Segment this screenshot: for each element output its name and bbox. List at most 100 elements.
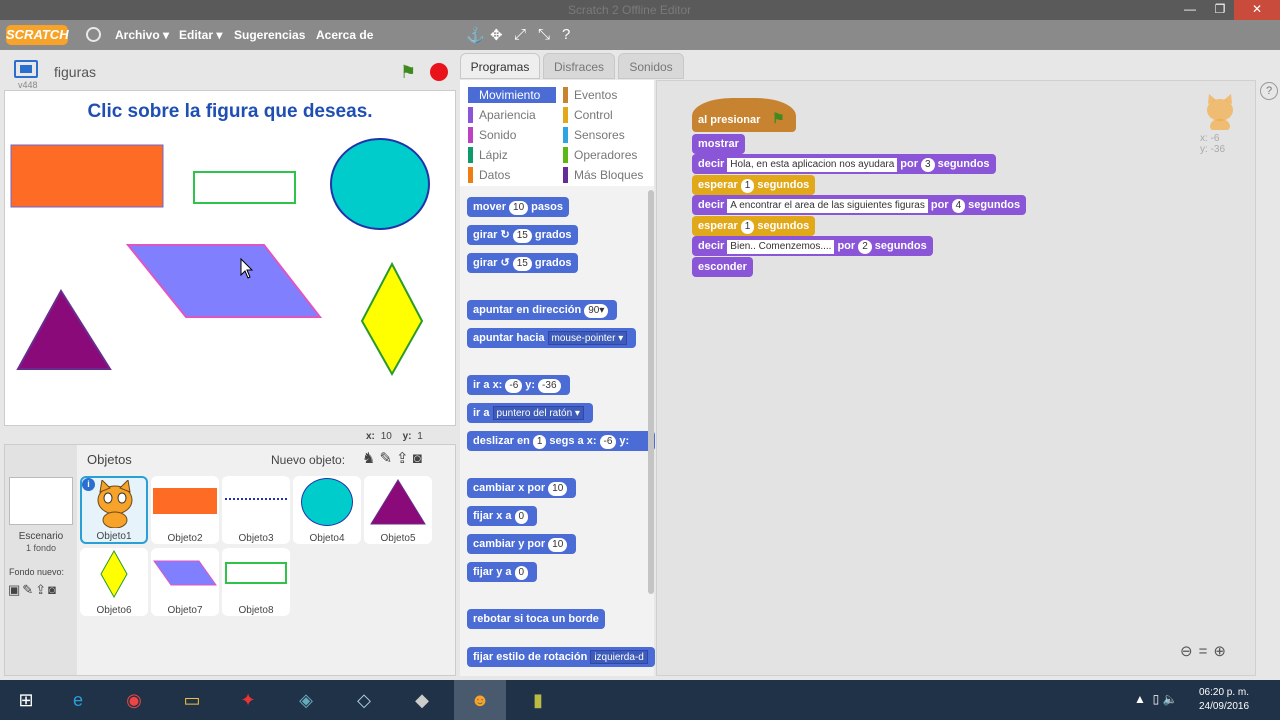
sprite-upload-icon[interactable]: ⇪ xyxy=(396,450,413,467)
fullscreen-icon[interactable] xyxy=(14,60,38,78)
block-fijar-y[interactable]: fijar y a0 xyxy=(467,562,538,582)
sprite-name: Objeto4 xyxy=(309,533,345,544)
sprite-tile-objeto5[interactable]: Objeto5 xyxy=(364,476,432,544)
menu-sugerencias[interactable]: Sugerencias xyxy=(234,28,305,42)
app-icon-7[interactable]: ◆ xyxy=(396,680,448,720)
help-tool-icon[interactable]: ? xyxy=(562,26,570,43)
orange-rectangle-shape[interactable] xyxy=(10,144,164,208)
sprite-tile-objeto7[interactable]: Objeto7 xyxy=(151,548,219,616)
category-sensores[interactable]: Sensores xyxy=(563,127,651,143)
file-explorer-icon[interactable]: ▭ xyxy=(166,680,218,720)
app-icon-9[interactable]: ▮ xyxy=(512,680,564,720)
block-esperar-2[interactable]: esperar 1 segundos xyxy=(692,216,816,236)
duplicate-tool-icon[interactable]: ⚓ xyxy=(466,26,485,44)
block-ir-a-xy[interactable]: ir a x: -6 y: -36 xyxy=(467,375,570,395)
stage[interactable]: Clic sobre la figura que deseas. xyxy=(4,90,456,426)
sprite-tile-objeto8[interactable]: Objeto8 xyxy=(222,548,290,616)
sprites-pane: Escenario 1 fondo Fondo nuevo: ▣✎⇪◙ Obje… xyxy=(4,444,456,676)
category-operadores[interactable]: Operadores xyxy=(563,147,651,163)
sprite-camera-icon[interactable]: ◙ xyxy=(413,450,426,467)
block-ir-a[interactable]: ir a puntero del ratón ▾ xyxy=(467,403,593,423)
clock[interactable]: 06:20 p. m. 24/09/2016 xyxy=(1196,686,1252,714)
menu-acerca-de[interactable]: Acerca de xyxy=(316,28,373,42)
block-cambiar-y[interactable]: cambiar y por 10 xyxy=(467,534,577,554)
cyan-circle-shape[interactable] xyxy=(330,138,430,230)
chrome-icon[interactable]: ◉ xyxy=(108,680,160,720)
menu-archivo[interactable]: Archivo ▾ xyxy=(115,28,169,42)
scratch-logo[interactable]: SCRATCH xyxy=(6,25,69,45)
block-deslizar[interactable]: deslizar en 1 segs a x: -6 y: xyxy=(467,431,655,451)
minimize-button[interactable]: — xyxy=(1176,0,1204,20)
block-decir-1[interactable]: decir Hola, en esta aplicacion nos ayudar… xyxy=(692,154,996,174)
tab-sonidos[interactable]: Sonidos xyxy=(618,53,684,79)
backdrop-library-icon[interactable]: ▣ xyxy=(8,582,22,597)
category-lapiz[interactable]: Lápiz xyxy=(468,147,556,163)
language-globe-icon[interactable] xyxy=(86,27,101,42)
stop-icon[interactable] xyxy=(430,63,448,81)
project-name[interactable]: figuras xyxy=(54,64,96,80)
green-outline-rectangle-shape[interactable] xyxy=(193,171,296,204)
purple-parallelogram-shape[interactable] xyxy=(125,244,323,318)
category-sonido[interactable]: Sonido xyxy=(468,127,556,143)
scratch-taskbar-icon[interactable]: ☻ xyxy=(454,680,506,720)
tab-programas[interactable]: Programas xyxy=(460,53,540,79)
mouse-y-label: y: xyxy=(402,431,412,442)
zoom-out-icon[interactable]: ⊖ xyxy=(1180,643,1199,660)
category-mas-bloques[interactable]: Más Bloques xyxy=(563,167,651,183)
palette-scrollbar[interactable] xyxy=(648,190,654,594)
sprite-tile-objeto4[interactable]: Objeto4 xyxy=(293,476,361,544)
tray-expand-icon[interactable]: ▲ xyxy=(1134,692,1146,706)
volume-icon[interactable]: 🔈 xyxy=(1163,692,1178,706)
delete-tool-icon[interactable]: ✥ xyxy=(490,26,503,44)
stage-thumbnail[interactable] xyxy=(9,477,73,525)
grow-tool-icon[interactable]: ⤢ xyxy=(514,26,526,43)
green-flag-icon[interactable]: ⚑ xyxy=(400,62,416,83)
block-fijar-x[interactable]: fijar x a0 xyxy=(467,506,538,526)
yellow-rhombus-shape[interactable] xyxy=(360,261,424,377)
zoom-reset-icon[interactable]: = xyxy=(1199,643,1214,660)
block-when-flag-clicked[interactable]: al presionar ⚑ xyxy=(692,98,796,132)
sprite-tile-objeto3[interactable]: Objeto3 xyxy=(222,476,290,544)
block-esconder[interactable]: esconder xyxy=(692,257,753,277)
category-movimiento[interactable]: Movimiento xyxy=(468,87,556,103)
sprite-library-icon[interactable]: ♞ xyxy=(362,450,379,467)
purple-triangle-shape[interactable] xyxy=(16,289,112,370)
sprite-tile-objeto1[interactable]: i Objeto1 xyxy=(80,476,148,544)
category-datos[interactable]: Datos xyxy=(468,167,556,183)
block-mostrar[interactable]: mostrar xyxy=(692,134,745,154)
sprite-paint-icon[interactable]: ✎ xyxy=(379,450,396,467)
block-fijar-estilo-rotacion[interactable]: fijar estilo de rotación izquierda-d xyxy=(467,647,655,667)
shrink-tool-icon[interactable]: ⤡ xyxy=(538,26,550,43)
block-esperar-1[interactable]: esperar 1 segundos xyxy=(692,175,816,195)
internet-explorer-icon[interactable]: e xyxy=(52,680,104,720)
battery-icon[interactable]: ▯ xyxy=(1153,692,1160,706)
block-mover[interactable]: mover 10 pasos xyxy=(467,197,569,217)
block-cambiar-x[interactable]: cambiar x por 10 xyxy=(467,478,577,498)
backdrop-paint-icon[interactable]: ✎ xyxy=(22,582,35,597)
zoom-in-icon[interactable]: ⊕ xyxy=(1213,643,1232,660)
block-girar-izquierda[interactable]: girar ↺ 15 grados xyxy=(467,253,578,273)
sprite-tile-objeto6[interactable]: Objeto6 xyxy=(80,548,148,616)
app-icon-5[interactable]: ◈ xyxy=(280,680,332,720)
block-apuntar-hacia[interactable]: apuntar hacia mouse-pointer ▾ xyxy=(467,328,637,348)
window-title: Scratch 2 Offline Editor xyxy=(568,3,692,17)
block-apuntar-direccion[interactable]: apuntar en dirección 90▾ xyxy=(467,300,618,320)
category-eventos[interactable]: Eventos xyxy=(563,87,651,103)
block-rebotar[interactable]: rebotar si toca un borde xyxy=(467,609,605,629)
block-decir-2[interactable]: decir A encontrar el area de las siguient… xyxy=(692,195,1027,215)
category-apariencia[interactable]: Apariencia xyxy=(468,107,556,123)
block-decir-3[interactable]: decir Bien.. Comenzemos.... por 2 segundos xyxy=(692,236,933,256)
category-control[interactable]: Control xyxy=(563,107,651,123)
acrobat-icon[interactable]: ✦ xyxy=(222,680,274,720)
help-circle-icon[interactable]: ? xyxy=(1260,82,1278,100)
close-button[interactable]: ✕ xyxy=(1234,0,1280,20)
tab-disfraces[interactable]: Disfraces xyxy=(543,53,615,79)
backdrop-camera-icon[interactable]: ◙ xyxy=(48,582,58,597)
start-icon[interactable]: ⊞ xyxy=(0,680,52,720)
block-girar-derecha[interactable]: girar ↻ 15 grados xyxy=(467,225,578,245)
restore-button[interactable]: ❐ xyxy=(1206,0,1234,20)
menu-editar[interactable]: Editar ▾ xyxy=(179,28,222,42)
sprite-tile-objeto2[interactable]: Objeto2 xyxy=(151,476,219,544)
backdrop-upload-icon[interactable]: ⇪ xyxy=(35,582,48,597)
app-icon-6[interactable]: ◇ xyxy=(338,680,390,720)
